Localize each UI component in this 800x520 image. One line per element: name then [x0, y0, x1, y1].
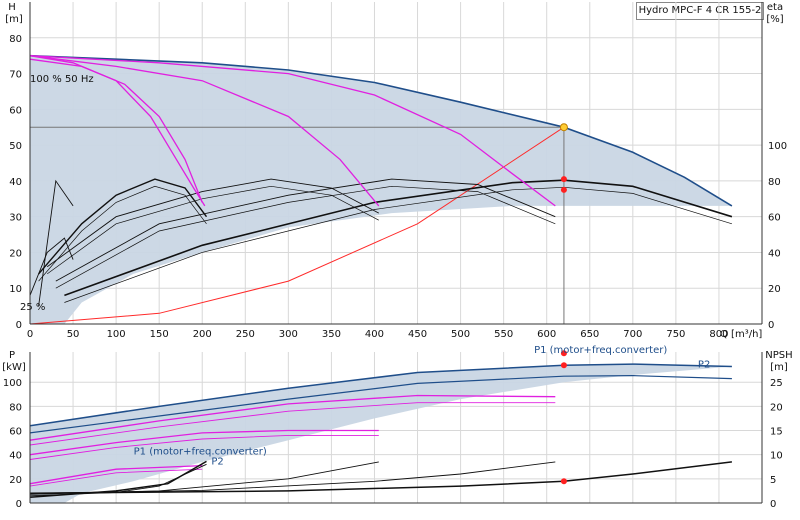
p-tick-label: 40: [9, 451, 22, 462]
y2-tick-label: 100: [768, 141, 787, 152]
speed-annotation-25: 25 %: [20, 302, 45, 313]
npsh-axis-label: NPSH: [765, 350, 792, 361]
y2-tick-label: 80: [768, 177, 781, 188]
x-tick-label: 200: [193, 329, 212, 340]
y-axis-label: H: [8, 2, 16, 13]
x-tick-label: 150: [150, 329, 169, 340]
series-label: P2: [698, 360, 710, 371]
pump-performance-chart: 100 % 50 Hz25 %0 50 100 150 200 250 300 350 400 4…: [2, 2, 793, 510]
npsh-axis-unit: [m]: [770, 362, 788, 373]
series-label: P2: [211, 456, 223, 467]
npsh-tick-label: 10: [770, 451, 783, 462]
x-tick-label: 650: [580, 329, 599, 340]
npsh-tick-label: 25: [770, 378, 783, 389]
y2-axis-unit: [%]: [766, 14, 783, 25]
x-tick-label: 500: [451, 329, 470, 340]
p-axis-unit: [kW]: [2, 362, 26, 373]
x-axis-label: Q [m³/h]: [720, 329, 762, 340]
p-tick-label: 20: [9, 475, 22, 486]
p-tick-label: 60: [9, 427, 22, 438]
y-tick-label: 20: [9, 248, 22, 259]
y2-axis-label: eta: [767, 2, 783, 13]
p-tick-label: 80: [9, 402, 22, 413]
y2-tick-label: 0: [768, 320, 774, 331]
x-tick-label: 400: [365, 329, 384, 340]
p-axis-label: P: [9, 350, 15, 361]
x-tick-label: 350: [322, 329, 341, 340]
p-tick-label: 0: [16, 499, 22, 510]
y-tick-label: 0: [16, 320, 22, 331]
y-tick-label: 50: [9, 141, 22, 152]
y2-tick-label: 20: [768, 284, 781, 295]
x-tick-label: 50: [67, 329, 80, 340]
y-tick-label: 60: [9, 105, 22, 116]
head-panel: 100 % 50 Hz25 %0 50 100 150 200 250 300 350 400 4…: [5, 2, 787, 340]
power-envelope: [30, 364, 732, 503]
series-label: P1 (motor+freq.converter): [134, 447, 267, 458]
y-tick-label: 10: [9, 284, 22, 295]
npsh-duty-point: [560, 478, 567, 485]
power-panel: 0 20 40 60 80 100 0 5 10 15 20 25 P[kW] NPSH[m] P1 (mo…: [2, 345, 792, 510]
y2-tick-label: 40: [768, 248, 781, 259]
x-tick-label: 550: [494, 329, 513, 340]
speed-annotation-100: 100 % 50 Hz: [30, 74, 94, 85]
power-duty-point: [560, 362, 567, 369]
x-tick-label: 100: [107, 329, 126, 340]
y-tick-label: 70: [9, 70, 22, 81]
duty-point-eta: [560, 186, 567, 193]
x-tick-label: 0: [27, 329, 33, 340]
y2-tick-label: 60: [768, 213, 781, 224]
npsh-tick-label: 15: [770, 427, 783, 438]
npsh-tick-label: 0: [770, 499, 776, 510]
npsh-tick-label: 5: [770, 475, 776, 486]
p-tick-label: 100: [3, 378, 22, 389]
x-tick-label: 250: [236, 329, 255, 340]
x-tick-label: 750: [666, 329, 685, 340]
y-axis-unit: [m]: [5, 14, 23, 25]
series-label: P1 (motor+freq.converter): [534, 345, 667, 356]
x-tick-label: 600: [537, 329, 556, 340]
duty-point-eta: [560, 176, 567, 183]
x-tick-label: 450: [408, 329, 427, 340]
npsh-tick-label: 20: [770, 402, 783, 413]
x-tick-label: 700: [623, 329, 642, 340]
y-tick-label: 30: [9, 213, 22, 224]
x-tick-label: 300: [279, 329, 298, 340]
operating-envelope: [30, 55, 732, 324]
y-tick-label: 40: [9, 177, 22, 188]
duty-point-head: [559, 123, 568, 132]
y-tick-label: 80: [9, 34, 22, 45]
